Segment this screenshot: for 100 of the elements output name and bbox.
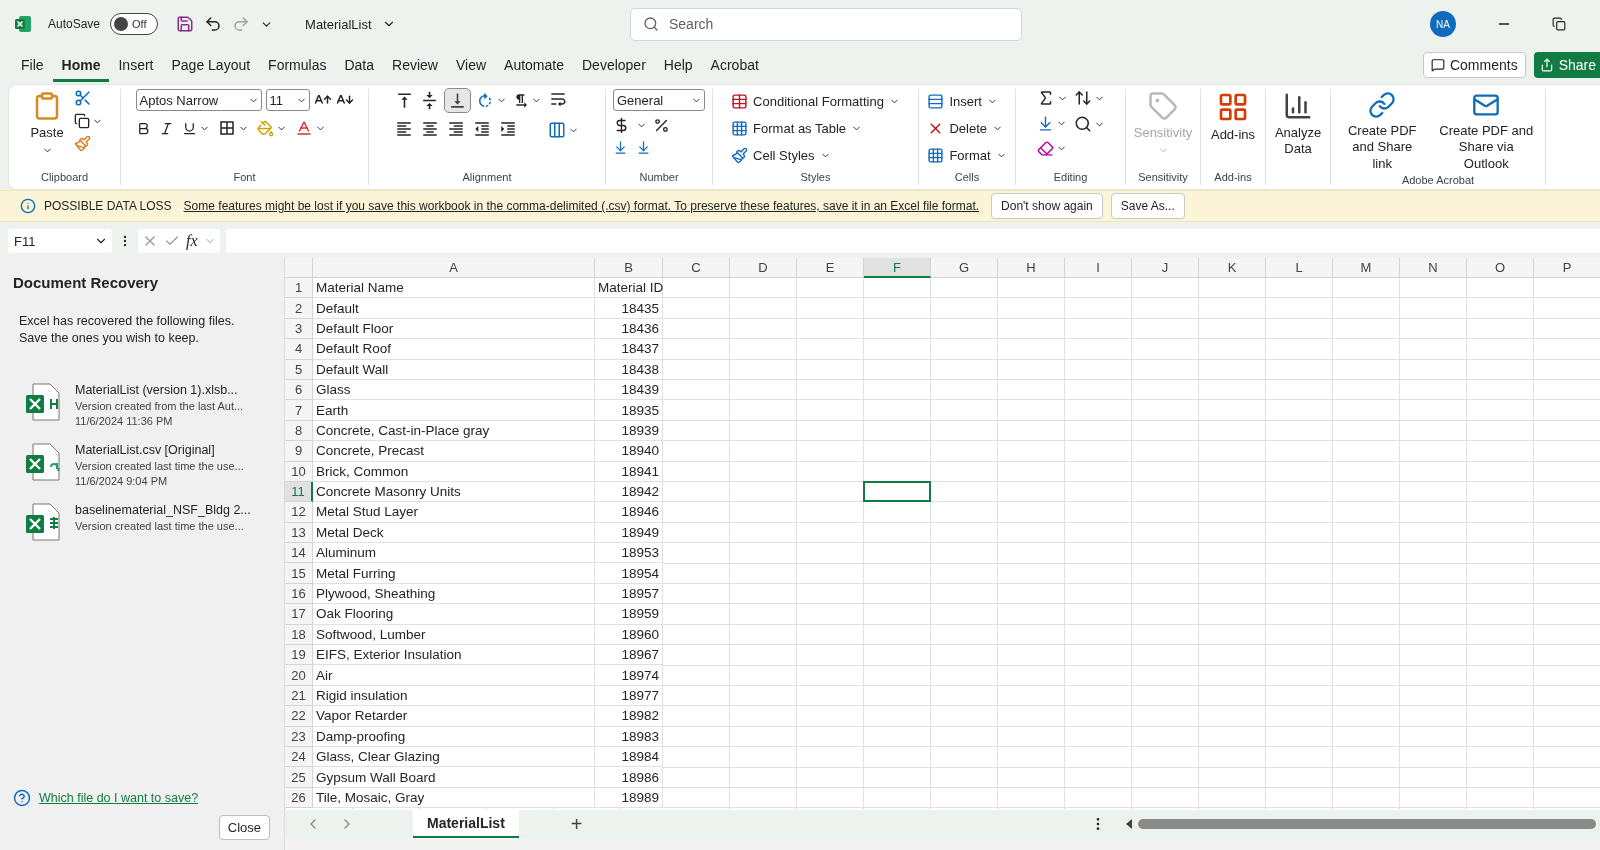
comments-button[interactable]: Comments (1422, 52, 1526, 78)
scissors-icon[interactable] (73, 89, 92, 107)
italic-icon[interactable] (158, 120, 174, 136)
column-header[interactable]: F (864, 258, 931, 278)
row-header[interactable]: 21 (285, 685, 313, 707)
row-header[interactable]: 25 (285, 767, 313, 788)
column-header[interactable]: I (1065, 258, 1132, 278)
menu-tab[interactable]: Insert (109, 57, 163, 82)
selected-cell-outline[interactable] (863, 480, 931, 503)
column-header[interactable]: G (931, 258, 998, 278)
notification-button[interactable]: Save As... (1110, 193, 1185, 219)
eraser-icon[interactable] (1036, 140, 1054, 157)
recovered-file-name[interactable]: MaterialList (version 1).xlsb... (75, 383, 244, 397)
create-pdf-button[interactable]: Create PDF and Share via Outlook (1433, 89, 1539, 174)
save-icon[interactable] (176, 15, 195, 33)
row-header[interactable]: 13 (285, 522, 313, 544)
menu-tab[interactable]: Acrobat (701, 57, 768, 82)
row-header[interactable]: 12 (285, 502, 313, 523)
row-header[interactable]: 7 (285, 400, 313, 421)
menu-tab[interactable]: Help (654, 57, 702, 82)
column-header[interactable]: A (313, 258, 595, 278)
increase-indent-icon[interactable] (499, 120, 517, 138)
name-box[interactable]: F11 (8, 229, 112, 253)
underline-icon[interactable] (181, 120, 197, 136)
row-header[interactable]: 26 (285, 787, 313, 809)
row-header[interactable]: 6 (285, 379, 313, 401)
font-name-field[interactable]: Aptos Narrow (135, 89, 262, 111)
menu-tab[interactable]: View (446, 57, 496, 82)
font-color-icon[interactable] (294, 119, 313, 137)
column-header[interactable]: J (1132, 258, 1199, 278)
menu-tab[interactable]: Formulas (259, 57, 336, 82)
menu-tab[interactable]: Automate (495, 57, 573, 82)
analyze-data-button[interactable]: Analyze Data (1270, 89, 1326, 160)
cells-button[interactable]: Delete (925, 116, 1009, 141)
restore-icon[interactable] (1552, 17, 1566, 31)
number-format-field[interactable]: General (613, 89, 705, 111)
recovered-file-name[interactable]: baselinematerial_NSF_Bldg 2... (75, 503, 251, 517)
create-pdf-button[interactable]: Create PDF and Share link (1337, 89, 1428, 174)
row-header[interactable]: 4 (285, 339, 313, 360)
row-header[interactable]: 24 (285, 747, 313, 768)
align-right-icon[interactable] (447, 120, 465, 138)
decrease-decimal-icon[interactable] (636, 140, 651, 155)
column-header[interactable]: E (797, 258, 864, 278)
undo-icon[interactable] (204, 15, 223, 33)
row-header[interactable]: 20 (285, 665, 313, 686)
column-header[interactable]: L (1266, 258, 1333, 278)
borders-icon[interactable] (217, 119, 236, 137)
sheet-tab[interactable]: MaterialList (413, 810, 519, 838)
style-button[interactable]: Cell Styles (729, 143, 902, 168)
merge-cells-icon[interactable] (548, 121, 566, 139)
add-sheet-button[interactable]: + (566, 812, 587, 836)
cells-button[interactable]: Format (925, 143, 1009, 168)
column-header[interactable]: D (730, 258, 797, 278)
sort-filter-icon[interactable] (1073, 89, 1092, 107)
column-header[interactable]: N (1400, 258, 1467, 278)
row-header[interactable]: 23 (285, 726, 313, 747)
insert-function-button[interactable]: fx (186, 232, 198, 250)
align-top-icon[interactable] (395, 91, 414, 110)
style-button[interactable]: Conditional Formatting (729, 89, 902, 114)
row-header[interactable]: 15 (285, 563, 313, 584)
align-middle-icon[interactable] (420, 91, 439, 110)
copy-icon[interactable] (73, 113, 90, 129)
search-field[interactable]: Search (630, 7, 1022, 41)
column-header[interactable]: O (1467, 258, 1534, 278)
paste-button[interactable]: Paste (26, 89, 68, 159)
align-left-icon[interactable] (395, 120, 413, 138)
column-header[interactable]: H (998, 258, 1065, 278)
find-icon[interactable] (1073, 115, 1092, 133)
menu-tab[interactable]: File (12, 57, 53, 82)
recovered-file-name[interactable]: MaterialList.csv [Original] (75, 443, 244, 457)
row-header[interactable]: 17 (285, 604, 313, 625)
cells-button[interactable]: Insert (925, 89, 1009, 114)
percent-icon[interactable] (653, 117, 670, 134)
row-header[interactable]: 19 (285, 645, 313, 666)
notification-button[interactable]: Don't show again (991, 193, 1103, 219)
row-header[interactable]: 16 (285, 583, 313, 605)
row-header[interactable]: 1 (285, 278, 313, 299)
column-header[interactable]: B (595, 258, 663, 278)
user-avatar[interactable]: NA (1430, 11, 1456, 37)
row-header[interactable]: 22 (285, 706, 313, 727)
row-header[interactable]: 18 (285, 624, 313, 646)
menu-tab[interactable]: Review (383, 57, 447, 82)
column-header[interactable]: P (1534, 258, 1600, 278)
text-direction-icon[interactable] (513, 92, 529, 109)
row-header[interactable]: 5 (285, 359, 313, 380)
menu-tab[interactable]: Data (335, 57, 384, 82)
notification-link[interactable]: Some features might be lost if you save this workbook in the comma-delimited (.csv) format. To preserve these features, save it in an Excel file format. (183, 199, 980, 213)
autosave-toggle[interactable]: Off (110, 13, 159, 35)
column-header[interactable]: K (1199, 258, 1266, 278)
menu-tab[interactable]: Page Layout (162, 57, 260, 82)
menu-tab[interactable]: Developer (573, 57, 655, 82)
add-ins-button[interactable]: Add-ins (1206, 89, 1260, 146)
column-header[interactable]: M (1333, 258, 1400, 278)
share-button[interactable]: Share (1533, 52, 1600, 78)
decrease-indent-icon[interactable] (473, 120, 491, 138)
row-header[interactable]: 10 (285, 461, 313, 482)
font-size-field[interactable]: 11 (265, 89, 310, 111)
row-header[interactable]: 14 (285, 543, 313, 564)
style-button[interactable]: Format as Table (729, 116, 902, 141)
paintbrush-icon[interactable] (73, 135, 91, 152)
